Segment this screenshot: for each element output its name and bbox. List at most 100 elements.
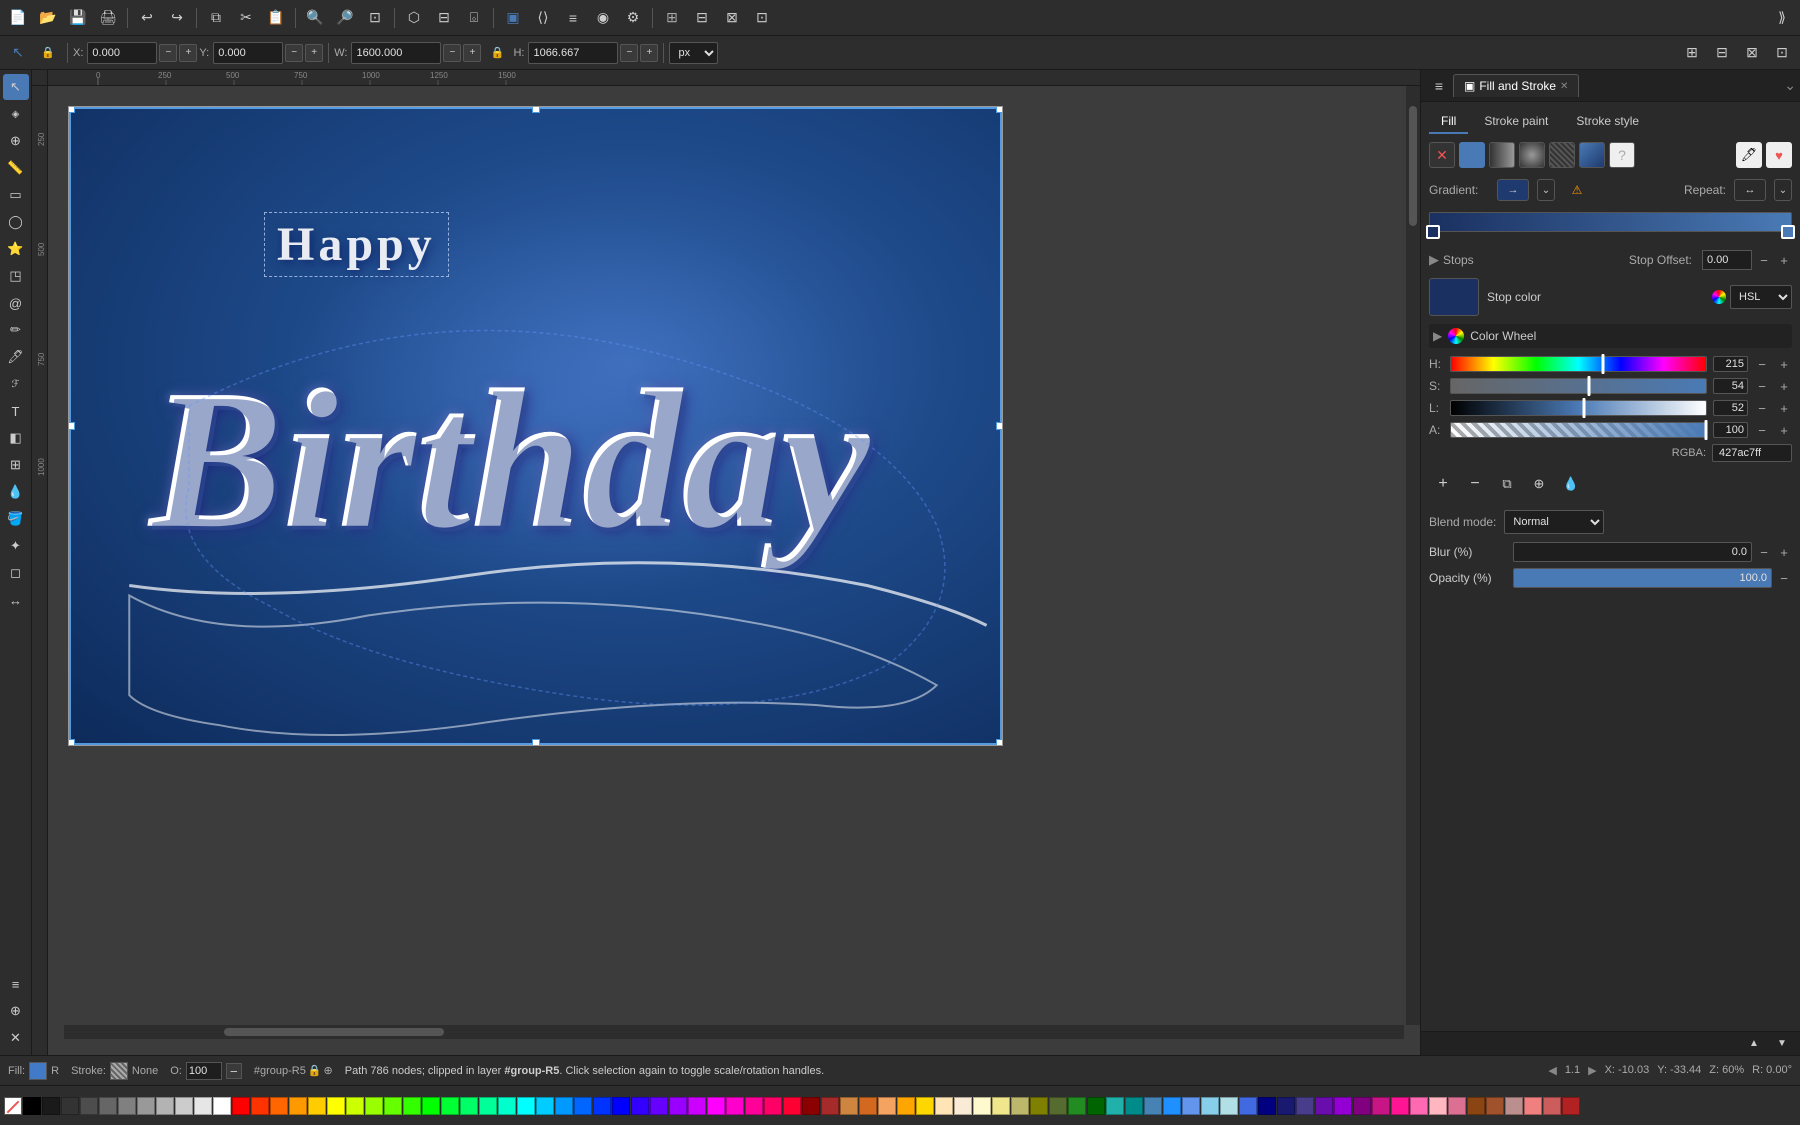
stop-offset-input[interactable]: [1702, 250, 1752, 270]
h-dec[interactable]: −: [620, 44, 638, 62]
y-dec[interactable]: −: [285, 44, 303, 62]
edit-on-canvas-btn[interactable]: 🖊: [1736, 142, 1762, 168]
save-btn[interactable]: 💾: [64, 4, 92, 32]
palette-swatch[interactable]: [213, 1097, 231, 1115]
color-model-select[interactable]: HSL RGB HSV CMYK: [1730, 285, 1792, 309]
zoom-out-btn[interactable]: 🔍: [331, 4, 359, 32]
pattern-btn[interactable]: [1549, 142, 1575, 168]
palette-swatch[interactable]: [536, 1097, 554, 1115]
palette-swatch[interactable]: [175, 1097, 193, 1115]
no-fill-btn[interactable]: ✕: [1429, 142, 1455, 168]
palette-swatch[interactable]: [251, 1097, 269, 1115]
repeat-chevron[interactable]: ⌄: [1774, 179, 1792, 201]
w-dec[interactable]: −: [443, 44, 461, 62]
linear-grad-btn[interactable]: [1489, 142, 1515, 168]
h-dec[interactable]: −: [1754, 356, 1770, 372]
s-slider[interactable]: [1450, 378, 1707, 394]
spray-tool-btn[interactable]: ✦: [3, 533, 29, 559]
paste-btn[interactable]: 📋: [262, 4, 290, 32]
spiral-tool-btn[interactable]: @: [3, 290, 29, 316]
fill-stroke-tab[interactable]: ▣ Fill and Stroke ✕: [1453, 74, 1579, 97]
paint-bucket-btn[interactable]: 🪣: [3, 506, 29, 532]
transform-btn[interactable]: ⌺: [460, 4, 488, 32]
text-tool-btn[interactable]: T: [3, 398, 29, 424]
scrollbar-thumb-h[interactable]: [224, 1028, 444, 1036]
pencil-tool-btn[interactable]: ✏: [3, 317, 29, 343]
palette-swatch[interactable]: [346, 1097, 364, 1115]
gradient-type-btn[interactable]: →: [1497, 179, 1529, 201]
palette-swatch[interactable]: [992, 1097, 1010, 1115]
palette-swatch[interactable]: [441, 1097, 459, 1115]
palette-swatch[interactable]: [840, 1097, 858, 1115]
palette-swatch[interactable]: [973, 1097, 991, 1115]
snap-toggle3[interactable]: ⊠: [1738, 39, 1766, 67]
unit-select[interactable]: px mm cm in: [669, 42, 718, 64]
rgba-input[interactable]: [1712, 444, 1792, 462]
gradient-stop-right[interactable]: [1781, 225, 1795, 239]
palette-swatch[interactable]: [593, 1097, 611, 1115]
redo-btn[interactable]: ↪: [163, 4, 191, 32]
snap3-btn[interactable]: ⊠: [718, 4, 746, 32]
scrollbar-thumb-v[interactable]: [1409, 106, 1417, 226]
eraser-tool-btn[interactable]: ◻: [3, 560, 29, 586]
palette-swatch[interactable]: [745, 1097, 763, 1115]
dropper-tool-btn[interactable]: 💧: [3, 479, 29, 505]
palette-swatch[interactable]: [156, 1097, 174, 1115]
palette-swatch[interactable]: [194, 1097, 212, 1115]
palette-swatch[interactable]: [460, 1097, 478, 1115]
flat-color-btn[interactable]: [1459, 142, 1485, 168]
lock-btn[interactable]: 🔒: [34, 39, 62, 67]
stops-expand-icon[interactable]: ▶: [1429, 252, 1439, 268]
snap-btn[interactable]: ⊞: [658, 4, 686, 32]
h-slider[interactable]: [1450, 356, 1707, 372]
palette-swatch[interactable]: [726, 1097, 744, 1115]
mesh-tool-btn[interactable]: ⊞: [3, 452, 29, 478]
connector-tool-btn[interactable]: ↔: [3, 587, 29, 613]
stop-offset-dec[interactable]: −: [1756, 252, 1772, 268]
s-inc[interactable]: +: [1776, 378, 1792, 394]
palette-swatch[interactable]: [1391, 1097, 1409, 1115]
palette-swatch[interactable]: [498, 1097, 516, 1115]
palette-swatch[interactable]: [764, 1097, 782, 1115]
snap-toggle4[interactable]: ⊡: [1768, 39, 1796, 67]
xml-btn[interactable]: ⟨⟩: [529, 4, 557, 32]
palette-swatch[interactable]: [1277, 1097, 1295, 1115]
palette-swatch[interactable]: [1049, 1097, 1067, 1115]
stop-offset-inc[interactable]: +: [1776, 252, 1792, 268]
a-value[interactable]: [1713, 422, 1748, 438]
select-tool[interactable]: ↖: [4, 39, 32, 67]
h-value[interactable]: [1713, 356, 1748, 372]
l-dec[interactable]: −: [1754, 400, 1770, 416]
blend-select[interactable]: Normal Multiply Screen Overlay Darken Li…: [1504, 510, 1604, 534]
tab-stroke-style[interactable]: Stroke style: [1564, 110, 1651, 134]
palette-swatch[interactable]: [1011, 1097, 1029, 1115]
eyedrop-stop-btn[interactable]: 💧: [1557, 470, 1585, 498]
palette-swatch[interactable]: [384, 1097, 402, 1115]
gradient-bar[interactable]: [1429, 212, 1792, 232]
pen-tool-btn[interactable]: 🖊: [3, 344, 29, 370]
x-inc[interactable]: +: [179, 44, 197, 62]
palette-swatch[interactable]: [897, 1097, 915, 1115]
palette-swatch[interactable]: [1486, 1097, 1504, 1115]
palette-swatch[interactable]: [1030, 1097, 1048, 1115]
palette-swatch[interactable]: [1372, 1097, 1390, 1115]
swatch-btn[interactable]: [1579, 142, 1605, 168]
tab-fill[interactable]: Fill: [1429, 110, 1468, 134]
opacity-bar[interactable]: 100.0: [1513, 568, 1772, 588]
more-btn[interactable]: ⟫: [1768, 4, 1796, 32]
tab-stroke-paint[interactable]: Stroke paint: [1472, 110, 1560, 134]
prev-btn[interactable]: ◀: [1548, 1064, 1556, 1077]
palette-swatch[interactable]: [1353, 1097, 1371, 1115]
l-slider[interactable]: [1450, 400, 1707, 416]
zoom-fit-btn[interactable]: ⊡: [361, 4, 389, 32]
palette-swatch[interactable]: [1239, 1097, 1257, 1115]
gradient-tool-btn[interactable]: ◧: [3, 425, 29, 451]
circle-tool-btn[interactable]: ◯: [3, 209, 29, 235]
blur-inc[interactable]: +: [1776, 544, 1792, 560]
palette-swatch[interactable]: [1182, 1097, 1200, 1115]
scrollbar-v[interactable]: [1406, 86, 1420, 1025]
opacity-input[interactable]: [186, 1062, 222, 1080]
w-input[interactable]: [351, 42, 441, 64]
print-btn[interactable]: 🖨: [94, 4, 122, 32]
a-slider[interactable]: [1450, 422, 1707, 438]
